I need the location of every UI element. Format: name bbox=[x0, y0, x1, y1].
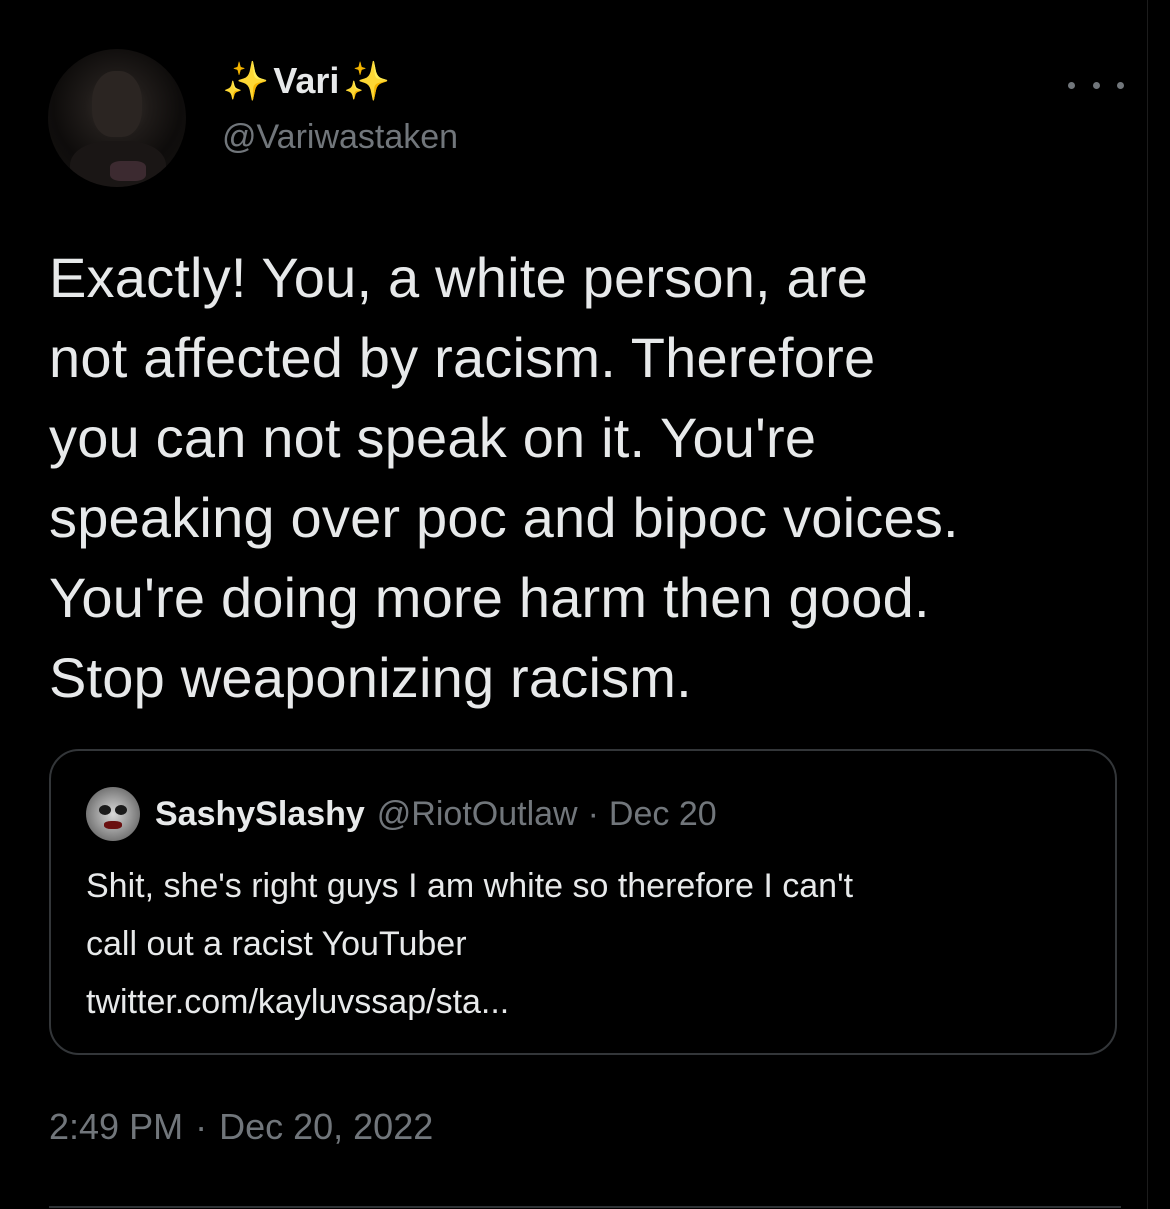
quoted-text-link: twitter.com/kayluvssap/sta... bbox=[86, 983, 510, 1021]
author-avatar[interactable] bbox=[48, 49, 186, 187]
tweet-text-line: You're doing more harm then good. bbox=[49, 566, 930, 629]
author-display-name: Vari bbox=[273, 60, 340, 101]
tweet-time: 2:49 PM bbox=[49, 1106, 184, 1147]
tweet-text-line: you can not speak on it. You're bbox=[49, 406, 817, 469]
author-name-row[interactable]: ✨ Vari ✨ bbox=[222, 54, 391, 108]
quoted-tweet-card[interactable]: SashySlashy @RiotOutlaw · Dec 20 Shit, s… bbox=[49, 749, 1117, 1055]
avatar-mouth bbox=[104, 821, 122, 829]
quoted-tweet-text: Shit, she's right guys I am white so the… bbox=[86, 857, 1086, 1031]
window-edge bbox=[1147, 0, 1170, 1209]
more-options-icon[interactable] bbox=[1068, 70, 1124, 100]
avatar-face bbox=[92, 71, 142, 137]
more-dot bbox=[1117, 81, 1124, 89]
quoted-author-handle: @RiotOutlaw bbox=[376, 794, 578, 833]
avatar-accent bbox=[110, 161, 146, 181]
tweet-date: Dec 20, 2022 bbox=[219, 1106, 434, 1147]
author-handle[interactable]: @Variwastaken bbox=[222, 118, 458, 157]
tweet-timestamp[interactable]: 2:49 PM · Dec 20, 2022 bbox=[49, 1106, 433, 1148]
quoted-tweet-date: Dec 20 bbox=[608, 794, 717, 833]
divider bbox=[49, 1206, 1121, 1208]
sparkle-icon-left: ✨ bbox=[222, 59, 270, 103]
dot-separator: · bbox=[195, 1106, 208, 1147]
sparkle-icon-right: ✨ bbox=[343, 59, 391, 103]
avatar-eye bbox=[99, 805, 111, 815]
tweet-text-line: not affected by racism. Therefore bbox=[49, 326, 876, 389]
quoted-author-name: SashySlashy bbox=[155, 794, 365, 833]
quoted-text-line: Shit, she's right guys I am white so the… bbox=[86, 867, 854, 905]
avatar-eye bbox=[115, 805, 127, 815]
quoted-text-line: call out a racist YouTuber bbox=[86, 925, 467, 963]
tweet-text-line: Exactly! You, a white person, are bbox=[49, 246, 869, 309]
quoted-tweet-header: SashySlashy @RiotOutlaw · Dec 20 bbox=[155, 787, 717, 841]
quoted-author-avatar bbox=[86, 787, 140, 841]
dot-separator: · bbox=[587, 794, 599, 833]
more-dot bbox=[1068, 81, 1075, 89]
tweet-text-line: speaking over poc and bipoc voices. bbox=[49, 486, 959, 549]
tweet-text-line: Stop weaponizing racism. bbox=[49, 646, 692, 709]
tweet-text: Exactly! You, a white person, are not af… bbox=[49, 238, 1129, 718]
tweet-detail: ✨ Vari ✨ @Variwastaken Exactly! You, a w… bbox=[0, 0, 1170, 1209]
more-dot bbox=[1092, 81, 1100, 89]
